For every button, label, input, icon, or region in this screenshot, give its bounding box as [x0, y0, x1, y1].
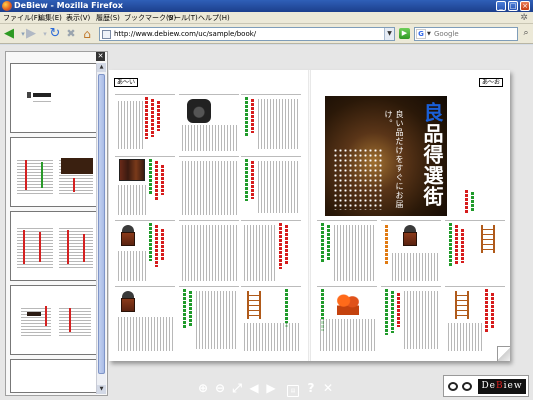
close-panel-button[interactable]: ✕ — [96, 52, 105, 61]
maximize-button[interactable]: □ — [508, 1, 518, 11]
navigation-toolbar: ◀ ▾ ▶ ▾ ↻ ✖ ⌂ http://www.debiew.com/uc/s… — [0, 24, 533, 44]
coffee-grinder-image — [119, 291, 137, 313]
menu-tools[interactable]: ツール(T) — [167, 12, 198, 24]
engine-dropdown-icon[interactable]: ▼ — [427, 28, 433, 40]
gloves-image — [337, 291, 359, 315]
forward-button[interactable]: ▶ — [24, 27, 38, 41]
browser-window: DeBiew - Mozilla Firefox _ □ × ファイル(F) 編… — [0, 0, 533, 400]
stop-button[interactable]: ✖ — [64, 27, 78, 41]
zoom-out-icon[interactable]: ⊖ — [212, 380, 228, 396]
article-cell — [241, 286, 301, 352]
article-cell — [115, 286, 175, 352]
thumbnail-page-4[interactable] — [10, 285, 98, 355]
coffee-grinder-image — [119, 225, 137, 247]
article-cell — [317, 220, 377, 282]
right-page-tag: あ～お — [479, 78, 504, 87]
article-cell — [381, 286, 441, 352]
debiew-logo[interactable]: DeBiew — [443, 375, 529, 397]
firefox-logo-icon — [2, 1, 12, 11]
article-cell — [115, 156, 175, 216]
article-cell — [381, 220, 441, 282]
book-spread: あ～い あ～お 良い品だけをすぐにお届け。 良品得選街 — [109, 70, 510, 361]
reload-button[interactable]: ↻ — [48, 27, 62, 41]
article-cell — [447, 190, 505, 216]
menu-edit[interactable]: 編集(E) — [38, 12, 62, 24]
throbber-icon: ✲ — [520, 13, 528, 23]
scroll-down-arrow-icon[interactable]: ▼ — [97, 385, 106, 394]
article-cell — [445, 220, 505, 282]
url-bar[interactable]: http://www.debiew.com/uc/sample/book/ ▼ — [99, 27, 395, 41]
article-cell — [179, 156, 239, 216]
telephone-image — [187, 99, 211, 123]
viewer-area: ✕ ▲ ▼ あ～い あ～お 良い品だけをすぐにお届け。 良品得選街 ⊕ ⊖ ⤢ … — [0, 45, 533, 400]
home-button[interactable]: ⌂ — [80, 27, 94, 41]
viewer-toolbar: ⊕ ⊖ ⤢ ◀ ▶ ▤ ? ✕ — [195, 379, 335, 397]
minimize-button[interactable]: _ — [496, 1, 506, 11]
go-button[interactable]: ▶ — [399, 28, 410, 39]
glasses-icon — [448, 382, 474, 392]
page-curl-corner[interactable] — [497, 346, 510, 361]
menu-history[interactable]: 履歴(S) — [96, 12, 120, 24]
search-input[interactable] — [434, 29, 514, 39]
close-window-button[interactable]: × — [520, 1, 530, 11]
article-cell — [241, 156, 301, 216]
thumbnail-scrollbar[interactable]: ▲ ▼ — [96, 63, 106, 394]
thumbnail-page-3[interactable] — [10, 211, 98, 281]
thumbnail-panel: ✕ ▲ ▼ — [5, 51, 108, 396]
article-cell — [179, 220, 239, 282]
article-cell — [179, 94, 239, 152]
google-engine-icon[interactable]: G — [416, 29, 426, 39]
next-page-icon[interactable]: ▶ — [263, 380, 279, 396]
coffee-grinder-image — [401, 225, 419, 247]
back-button[interactable]: ◀ — [2, 27, 16, 41]
menu-help[interactable]: ヘルプ(H) — [198, 12, 230, 24]
cover-title: 良品得選街 — [420, 102, 444, 207]
clocks-image — [119, 159, 145, 181]
cover-bullet-list — [333, 148, 383, 210]
cover-feature: 良い品だけをすぐにお届け。 良品得選街 — [325, 96, 447, 216]
help-icon[interactable]: ? — [303, 380, 319, 396]
fit-to-window-icon[interactable]: ⤢ — [229, 380, 245, 396]
ladder-image — [455, 291, 469, 319]
menu-file[interactable]: ファイル(F) — [3, 12, 41, 24]
cover-subtitle: 良い品だけをすぐにお届け。 — [384, 110, 404, 209]
menu-bar: ファイル(F) 編集(E) 表示(V) 履歴(S) ブックマーク(B) ツール(… — [0, 12, 533, 24]
close-viewer-icon[interactable]: ✕ — [320, 380, 336, 396]
book-spine — [308, 70, 311, 361]
logo-text: DeBiew — [478, 379, 526, 394]
zoom-in-icon[interactable]: ⊕ — [195, 380, 211, 396]
article-cell — [115, 220, 175, 282]
left-page-tag: あ～い — [114, 78, 139, 87]
article-cell — [241, 94, 301, 152]
page-icon — [102, 30, 111, 39]
article-cell — [241, 220, 301, 282]
menu-view[interactable]: 表示(V) — [66, 12, 90, 24]
ladder-image — [247, 291, 261, 319]
thumbnail-page-2[interactable] — [10, 137, 98, 207]
cover-title-rest: 品得選街 — [420, 123, 444, 207]
article-cell — [317, 286, 377, 352]
title-bar: DeBiew - Mozilla Firefox _ □ × — [0, 0, 533, 12]
thumbnail-page-5[interactable] — [10, 359, 98, 393]
scroll-up-arrow-icon[interactable]: ▲ — [97, 63, 106, 72]
search-bar: G ▼ — [414, 27, 518, 41]
document-info-icon[interactable]: ▤ — [285, 380, 301, 397]
url-text[interactable]: http://www.debiew.com/uc/sample/book/ — [114, 28, 256, 40]
logo-accent-letter: B — [496, 381, 504, 391]
article-cell — [445, 286, 505, 352]
url-history-dropdown[interactable]: ▼ — [384, 28, 394, 40]
article-cell — [179, 286, 239, 352]
previous-page-icon[interactable]: ◀ — [246, 380, 262, 396]
thumbnail-page-1[interactable] — [10, 63, 98, 133]
article-cell — [115, 94, 175, 152]
search-go-icon[interactable]: ⌕ — [521, 28, 531, 39]
window-title: DeBiew - Mozilla Firefox — [14, 1, 123, 10]
scroll-thumb[interactable] — [98, 74, 105, 374]
cover-title-accent: 良 — [420, 102, 444, 123]
ladder-image — [481, 225, 495, 253]
